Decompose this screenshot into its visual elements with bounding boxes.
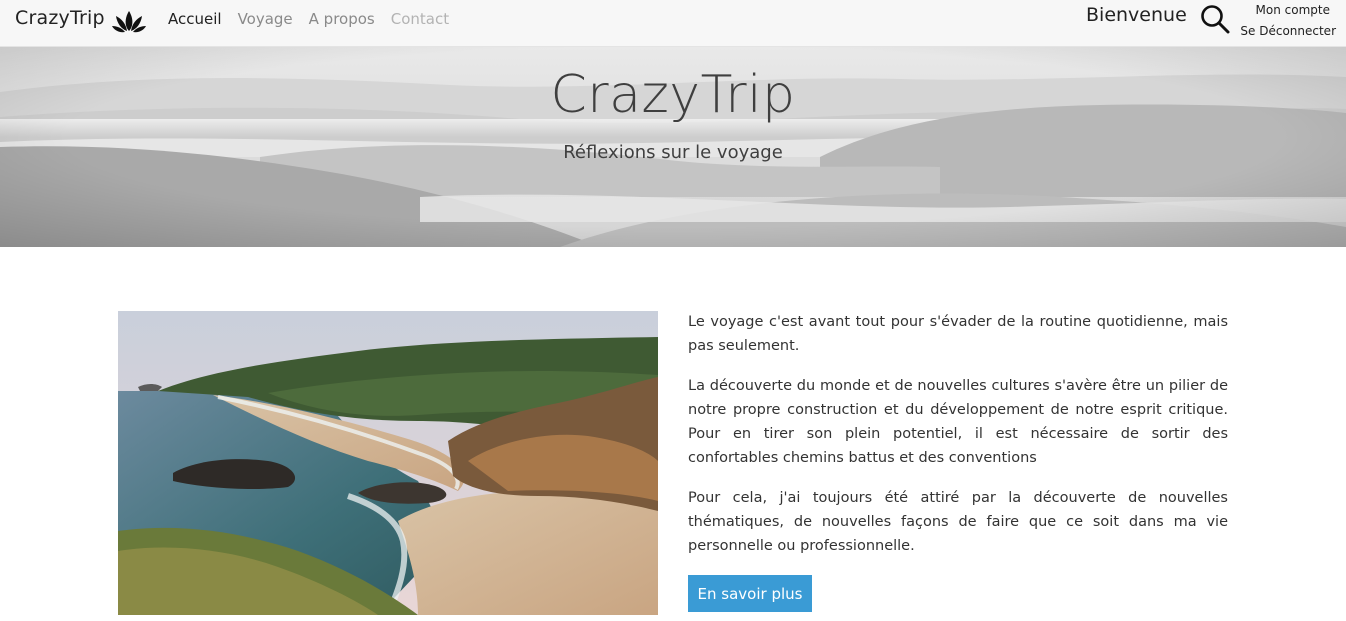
nav-link-accueil[interactable]: Accueil — [168, 10, 222, 28]
learn-more-button[interactable]: En savoir plus — [688, 575, 812, 612]
account-menu: Mon compte Se Déconnecter — [1236, 0, 1336, 42]
hero-subtitle: Réflexions sur le voyage — [563, 142, 783, 163]
my-account-link[interactable]: Mon compte — [1236, 0, 1336, 21]
nav-link-contact[interactable]: Contact — [391, 10, 449, 28]
intro-text: Le voyage c'est avant tout pour s'évader… — [688, 310, 1228, 574]
main-nav: Accueil Voyage A propos Contact — [168, 10, 465, 28]
hero-banner: CrazyTrip Réflexions sur le voyage — [0, 47, 1346, 247]
intro-paragraph-1: Le voyage c'est avant tout pour s'évader… — [688, 314, 1228, 354]
coastal-landscape-photo — [118, 311, 658, 615]
hero-title: CrazyTrip — [550, 65, 796, 125]
search-icon[interactable] — [1199, 3, 1231, 35]
paw-lotus-icon[interactable] — [111, 5, 147, 35]
intro-paragraph-2: La découverte du monde et de nouvelles c… — [688, 378, 1228, 466]
welcome-text: Bienvenue — [1086, 4, 1187, 26]
nav-link-voyage[interactable]: Voyage — [238, 10, 293, 28]
top-navbar: CrazyTrip Accueil Voyage A propos Contac… — [0, 0, 1346, 47]
logout-link[interactable]: Se Déconnecter — [1236, 21, 1336, 42]
brand-link[interactable]: CrazyTrip — [15, 7, 105, 29]
nav-link-a-propos[interactable]: A propos — [309, 10, 375, 28]
intro-paragraph-3: Pour cela, j'ai toujours été attiré par … — [688, 490, 1228, 554]
